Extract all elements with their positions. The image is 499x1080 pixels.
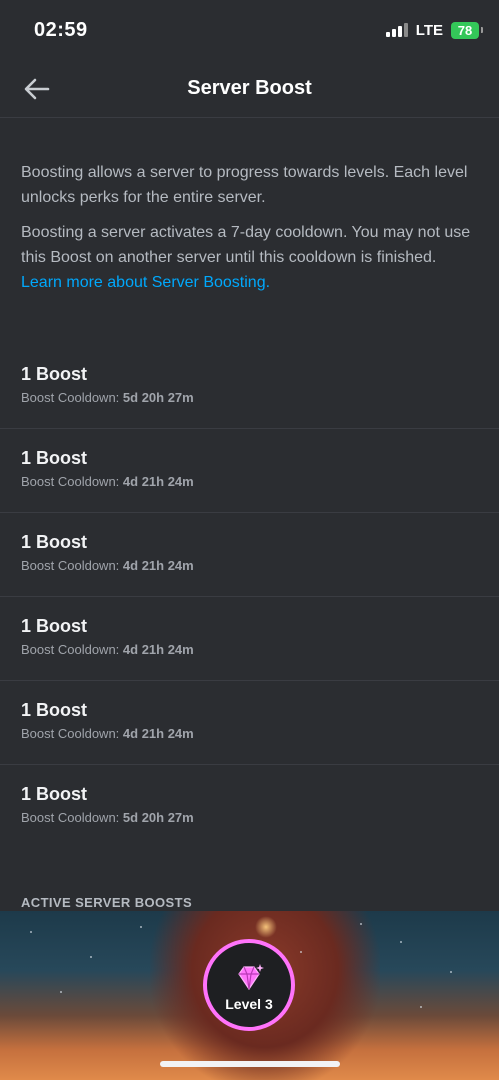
boost-item[interactable]: 1 Boost Boost Cooldown: 5d 20h 27m <box>0 765 499 849</box>
status-time: 02:59 <box>34 18 88 41</box>
boost-cooldown: Boost Cooldown: 5d 20h 27m <box>21 390 478 406</box>
boost-item[interactable]: 1 Boost Boost Cooldown: 4d 21h 24m <box>0 429 499 513</box>
banner-star <box>30 931 32 933</box>
banner-star <box>420 1006 422 1008</box>
boost-cooldown: Boost Cooldown: 4d 21h 24m <box>21 558 478 574</box>
home-indicator[interactable] <box>160 1061 340 1067</box>
page-title: Server Boost <box>187 77 312 99</box>
boost-title: 1 Boost <box>21 616 88 636</box>
cooldown-value: 5d 20h 27m <box>122 810 194 825</box>
cooldown-value: 4d 21h 24m <box>122 642 194 657</box>
status-indicators: LTE 78 <box>385 21 483 39</box>
cooldown-value: 4d 21h 24m <box>122 558 194 573</box>
boost-title: 1 Boost <box>21 448 88 468</box>
boost-item[interactable]: 1 Boost Boost Cooldown: 4d 21h 24m <box>0 681 499 765</box>
boost-cooldown: Boost Cooldown: 4d 21h 24m <box>21 474 478 490</box>
level-badge[interactable]: Level 3 <box>203 939 295 1031</box>
boost-title: 1 Boost <box>21 784 88 804</box>
banner-star <box>140 926 142 928</box>
description-paragraph-2: Boosting a server activates a 7-day cool… <box>21 220 478 295</box>
banner-star <box>360 923 362 925</box>
boost-list: 1 Boost Boost Cooldown: 5d 20h 27m 1 Boo… <box>0 345 499 849</box>
active-boosts-header: ACTIVE SERVER BOOSTS <box>21 895 193 910</box>
boost-cooldown: Boost Cooldown: 5d 20h 27m <box>21 810 478 826</box>
banner-star <box>300 951 302 953</box>
boost-gem-icon <box>238 964 264 991</box>
boost-description: Boosting allows a server to progress tow… <box>0 118 499 295</box>
learn-more-link[interactable]: Learn more about Server Boosting. <box>21 274 270 291</box>
cooldown-label: Boost Cooldown: <box>21 810 120 825</box>
signal-icon <box>385 23 408 37</box>
boost-title: 1 Boost <box>21 532 88 552</box>
boost-item[interactable]: 1 Boost Boost Cooldown: 4d 21h 24m <box>0 513 499 597</box>
banner-moon <box>255 916 277 938</box>
back-button[interactable] <box>22 74 52 104</box>
header: Server Boost <box>0 60 499 118</box>
boost-item[interactable]: 1 Boost Boost Cooldown: 5d 20h 27m <box>0 345 499 429</box>
status-bar: 02:59 LTE 78 <box>0 0 499 60</box>
description-paragraph-2-text: Boosting a server activates a 7-day cool… <box>21 224 471 266</box>
cooldown-label: Boost Cooldown: <box>21 642 120 657</box>
banner-star <box>60 991 62 993</box>
battery-icon: 78 <box>451 21 483 39</box>
cooldown-label: Boost Cooldown: <box>21 474 120 489</box>
cooldown-label: Boost Cooldown: <box>21 726 120 741</box>
cooldown-value: 4d 21h 24m <box>122 726 194 741</box>
boost-title: 1 Boost <box>21 364 88 384</box>
banner-star <box>400 941 402 943</box>
boost-cooldown: Boost Cooldown: 4d 21h 24m <box>21 726 478 742</box>
description-paragraph-1: Boosting allows a server to progress tow… <box>21 164 468 206</box>
banner-star <box>90 956 92 958</box>
boost-cooldown: Boost Cooldown: 4d 21h 24m <box>21 642 478 658</box>
cooldown-label: Boost Cooldown: <box>21 558 120 573</box>
banner-star <box>450 971 452 973</box>
boost-item[interactable]: 1 Boost Boost Cooldown: 4d 21h 24m <box>0 597 499 681</box>
cooldown-value: 4d 21h 24m <box>122 474 194 489</box>
network-type: LTE <box>415 21 443 39</box>
cooldown-value: 5d 20h 27m <box>122 390 194 405</box>
boost-title: 1 Boost <box>21 700 88 720</box>
cooldown-label: Boost Cooldown: <box>21 390 120 405</box>
arrow-left-icon <box>24 78 50 100</box>
level-label: Level 3 <box>225 996 273 1012</box>
